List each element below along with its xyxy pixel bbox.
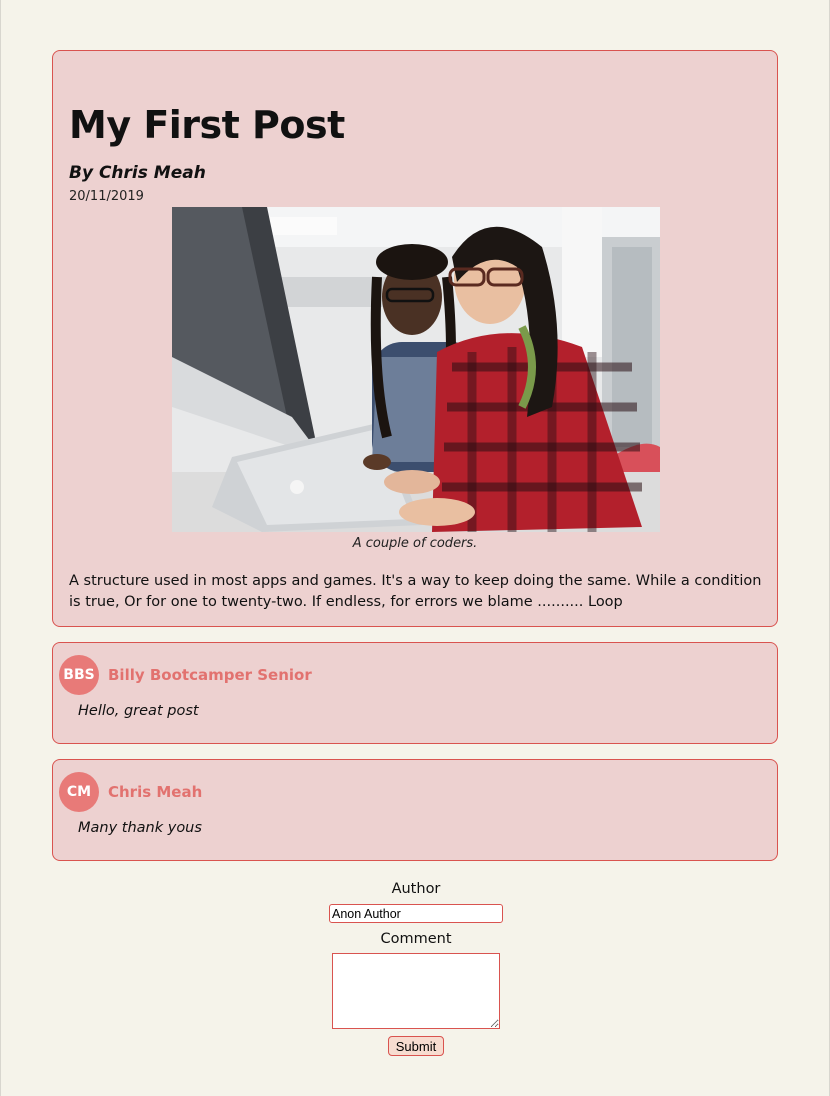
post-body: A structure used in most apps and games.… xyxy=(69,573,762,610)
comment-label: Comment xyxy=(380,931,452,947)
comment-textarea[interactable] xyxy=(332,953,500,1029)
comment-author: Billy Bootcamper Senior xyxy=(108,666,312,684)
image-caption: A couple of coders. xyxy=(352,536,478,551)
post-date: 20/11/2019 xyxy=(69,189,144,204)
comment-text: Hello, great post xyxy=(78,703,199,719)
author-input[interactable] xyxy=(329,904,503,923)
submit-button[interactable]: Submit xyxy=(388,1036,444,1056)
comment-card: CM Chris Meah Many thank yous xyxy=(52,759,778,861)
comment-text: Many thank yous xyxy=(78,820,202,836)
avatar: CM xyxy=(59,772,99,812)
author-label: Author xyxy=(391,881,441,897)
avatar: BBS xyxy=(59,655,99,695)
post-author: By Chris Meah xyxy=(69,163,206,183)
comment-author: Chris Meah xyxy=(108,783,203,801)
post-title: My First Post xyxy=(69,103,345,147)
post-image xyxy=(172,207,660,532)
post-card: My First Post By Chris Meah 20/11/2019 A… xyxy=(52,50,778,627)
comment-card: BBS Billy Bootcamper Senior Hello, great… xyxy=(52,642,778,744)
